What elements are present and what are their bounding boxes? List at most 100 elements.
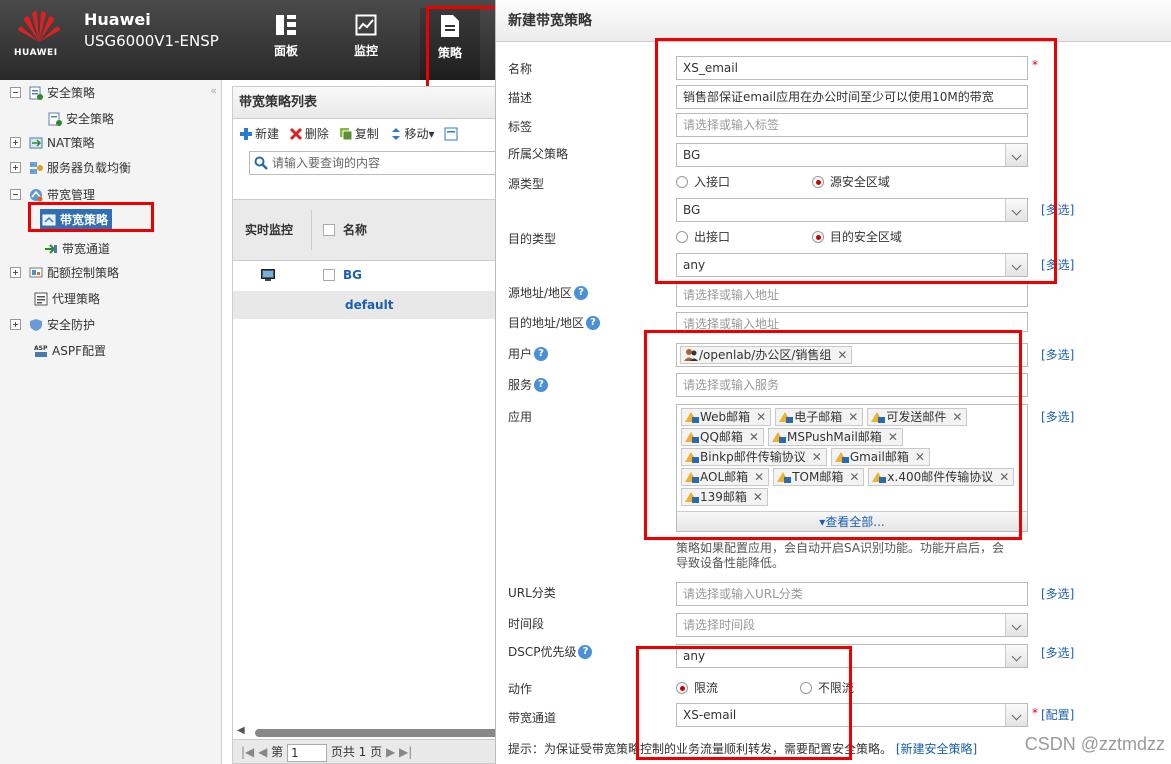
collapse-toggle-icon[interactable]: [10, 189, 21, 200]
delete-button[interactable]: 删除: [289, 119, 329, 149]
collapse-toggle-icon[interactable]: [10, 87, 21, 98]
sidebar-item-aspf[interactable]: ASPF ASPF配置: [34, 340, 106, 362]
radio-source-zone[interactable]: 源安全区域: [811, 175, 890, 189]
help-icon[interactable]: ?: [534, 377, 549, 392]
radio-outbound-interface[interactable]: 出接口: [676, 230, 730, 244]
tag-input[interactable]: 请选择或输入标签: [676, 113, 1028, 137]
scrollbar-thumb[interactable]: [255, 729, 501, 737]
remove-tag-icon[interactable]: ✕: [812, 450, 822, 464]
dropdown-arrow-icon[interactable]: [1005, 614, 1027, 636]
help-icon[interactable]: ?: [574, 285, 589, 300]
table-row[interactable]: BG: [233, 261, 501, 289]
multi-select-link[interactable]: [多选]: [1041, 256, 1074, 273]
row-name-link[interactable]: BG: [343, 268, 362, 282]
radio-no-limit[interactable]: 不限流: [799, 681, 854, 695]
name-input[interactable]: XS_email: [676, 56, 1028, 80]
sidebar-item-quota-control[interactable]: 配额控制策略: [10, 262, 119, 284]
remove-tag-icon[interactable]: ✕: [837, 348, 847, 362]
multi-select-link[interactable]: [多选]: [1041, 346, 1074, 363]
source-zone-select[interactable]: BG: [676, 198, 1028, 222]
scroll-left-icon[interactable]: ◀: [237, 725, 245, 736]
sidebar-item-security-protection[interactable]: 安全防护: [10, 314, 95, 336]
horizontal-scrollbar[interactable]: ◀: [233, 725, 501, 739]
dest-zone-select[interactable]: any: [676, 253, 1028, 277]
remove-tag-icon[interactable]: ✕: [849, 470, 859, 484]
move-button[interactable]: 移动▾: [389, 119, 435, 149]
remove-tag-icon[interactable]: ✕: [756, 410, 766, 424]
help-icon[interactable]: ?: [578, 644, 593, 659]
radio-inbound-interface[interactable]: 入接口: [676, 175, 730, 189]
sidebar-item-security-policy[interactable]: 安全策略: [10, 82, 95, 104]
radio-icon[interactable]: [799, 681, 812, 694]
sidebar-item-bandwidth-channel[interactable]: 带宽通道: [44, 238, 110, 260]
sidebar-item-server-lb[interactable]: 服务器负载均衡: [10, 157, 131, 179]
radio-selected-icon[interactable]: [811, 230, 824, 243]
remove-tag-icon[interactable]: ✕: [754, 470, 764, 484]
sidebar-collapse-icon[interactable]: «: [210, 84, 217, 97]
tab-dashboard[interactable]: 面板: [256, 14, 316, 70]
view-all-apps-link[interactable]: ▾查看全部...: [677, 511, 1027, 531]
remove-tag-icon[interactable]: ✕: [999, 470, 1009, 484]
copy-button[interactable]: 复制: [339, 119, 379, 149]
next-page-icon[interactable]: ▶: [386, 745, 395, 759]
multi-select-link[interactable]: [多选]: [1041, 408, 1074, 425]
remove-tag-icon[interactable]: ✕: [848, 410, 858, 424]
help-icon[interactable]: ?: [586, 315, 601, 330]
application-input[interactable]: Web邮箱 ✕ 电子邮箱 ✕ 可发送邮件 ✕QQ邮箱 ✕ MSPushMail邮箱 ✕Binkp…: [676, 404, 1028, 532]
remove-tag-icon[interactable]: ✕: [952, 410, 962, 424]
time-range-select[interactable]: 请选择时间段: [676, 613, 1028, 637]
radio-dest-zone[interactable]: 目的安全区域: [811, 230, 902, 244]
source-address-input[interactable]: 请选择或输入地址: [676, 283, 1028, 307]
tab-policy[interactable]: 策略: [420, 8, 480, 80]
first-page-icon[interactable]: |◀: [241, 745, 254, 759]
row-name-link[interactable]: default: [345, 291, 393, 319]
radio-rate-limit[interactable]: 限流: [676, 681, 718, 695]
multi-select-link[interactable]: [多选]: [1041, 201, 1074, 218]
remove-tag-icon[interactable]: ✕: [915, 450, 925, 464]
radio-selected-icon[interactable]: [676, 681, 688, 694]
dest-address-input[interactable]: 请选择或输入地址: [676, 312, 1028, 332]
config-link[interactable]: [配置]: [1041, 706, 1074, 723]
remove-tag-icon[interactable]: ✕: [888, 430, 898, 444]
expand-toggle-icon[interactable]: [10, 137, 21, 148]
dropdown-arrow-icon[interactable]: [1005, 254, 1027, 276]
expand-toggle-icon[interactable]: [10, 267, 21, 278]
multi-select-link[interactable]: [多选]: [1041, 644, 1074, 661]
sidebar-item-proxy-policy[interactable]: 代理策略: [34, 288, 100, 310]
page-number-input[interactable]: 1: [287, 743, 328, 762]
realtime-monitor-icon[interactable]: [261, 269, 275, 281]
new-button[interactable]: 新建: [239, 119, 279, 149]
radio-icon[interactable]: [676, 230, 688, 243]
sidebar-item-bandwidth-mgmt[interactable]: 带宽管理: [10, 184, 95, 206]
bandwidth-channel-select[interactable]: XS-email: [676, 703, 1028, 727]
new-security-policy-link[interactable]: [新建安全策略]: [896, 742, 977, 756]
prev-page-icon[interactable]: ◀: [258, 745, 267, 759]
expand-toggle-icon[interactable]: [10, 162, 21, 173]
description-input[interactable]: 销售部保证email应用在办公时间至少可以使用10M的带宽: [676, 85, 1028, 109]
remove-tag-icon[interactable]: ✕: [753, 490, 763, 504]
dscp-select[interactable]: any: [676, 644, 1028, 668]
table-row[interactable]: default: [233, 291, 501, 319]
dropdown-arrow-icon[interactable]: [1005, 645, 1027, 667]
dropdown-arrow-icon[interactable]: [1005, 199, 1027, 221]
sidebar-item-security-policy-sub[interactable]: 安全策略: [48, 108, 114, 130]
radio-icon[interactable]: [676, 175, 688, 188]
list-search-input[interactable]: 请输入要查询的内容: [249, 151, 499, 175]
multi-select-link[interactable]: [多选]: [1041, 585, 1074, 602]
service-input[interactable]: 请选择或输入服务: [676, 373, 1028, 397]
last-page-icon[interactable]: ▶|: [399, 745, 412, 759]
select-all-checkbox[interactable]: [323, 223, 335, 236]
sidebar-item-nat-policy[interactable]: NAT策略: [10, 132, 95, 154]
row-checkbox[interactable]: [323, 268, 335, 281]
expand-toggle-icon[interactable]: [10, 319, 21, 330]
parent-policy-select[interactable]: BG: [676, 143, 1028, 167]
user-input[interactable]: /openlab/办公区/销售组 ✕: [676, 343, 1028, 367]
radio-selected-icon[interactable]: [811, 175, 824, 188]
sidebar-item-bandwidth-policy[interactable]: 带宽策略: [40, 209, 113, 231]
url-category-input[interactable]: 请选择或输入URL分类: [676, 582, 1028, 606]
dropdown-arrow-icon[interactable]: [1005, 704, 1027, 726]
dropdown-arrow-icon[interactable]: [1005, 144, 1027, 166]
help-icon[interactable]: ?: [534, 346, 549, 361]
more-toolbar-icon[interactable]: [444, 119, 460, 149]
remove-tag-icon[interactable]: ✕: [749, 430, 759, 444]
